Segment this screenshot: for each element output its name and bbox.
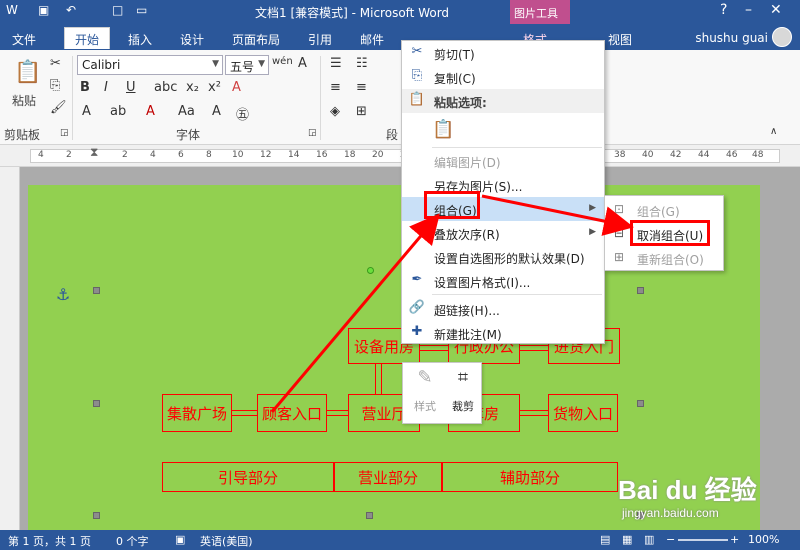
- status-bar: 第 1 页，共 1 页 0 个字 ▣ 英语(美国) ▤ ▦ ▥ − + 100%: [0, 530, 800, 550]
- print-layout-icon[interactable]: ▦: [622, 533, 632, 546]
- web-layout-icon[interactable]: ▥: [644, 533, 654, 546]
- zoom-level[interactable]: 100%: [748, 533, 779, 546]
- zoom-out-icon[interactable]: −: [666, 533, 675, 546]
- zoom-in-icon[interactable]: +: [730, 533, 739, 546]
- page-count[interactable]: 第 1 页，共 1 页: [8, 533, 91, 549]
- proofing-icon[interactable]: ▣: [175, 533, 185, 546]
- read-mode-icon[interactable]: ▤: [600, 533, 610, 546]
- language[interactable]: 英语(美国): [200, 533, 253, 549]
- watermark: Bai du 经验 jingyan.baidu.com: [618, 470, 768, 526]
- word-count[interactable]: 0 个字: [116, 533, 149, 549]
- watermark-url: jingyan.baidu.com: [622, 506, 719, 520]
- annotation-arrows: [270, 194, 634, 413]
- arrow-to-ungroup: [481, 194, 634, 236]
- baidu-logo: Bai du 经验: [618, 475, 757, 505]
- arrow-to-group: [270, 213, 440, 413]
- zoom-slider[interactable]: [678, 539, 728, 541]
